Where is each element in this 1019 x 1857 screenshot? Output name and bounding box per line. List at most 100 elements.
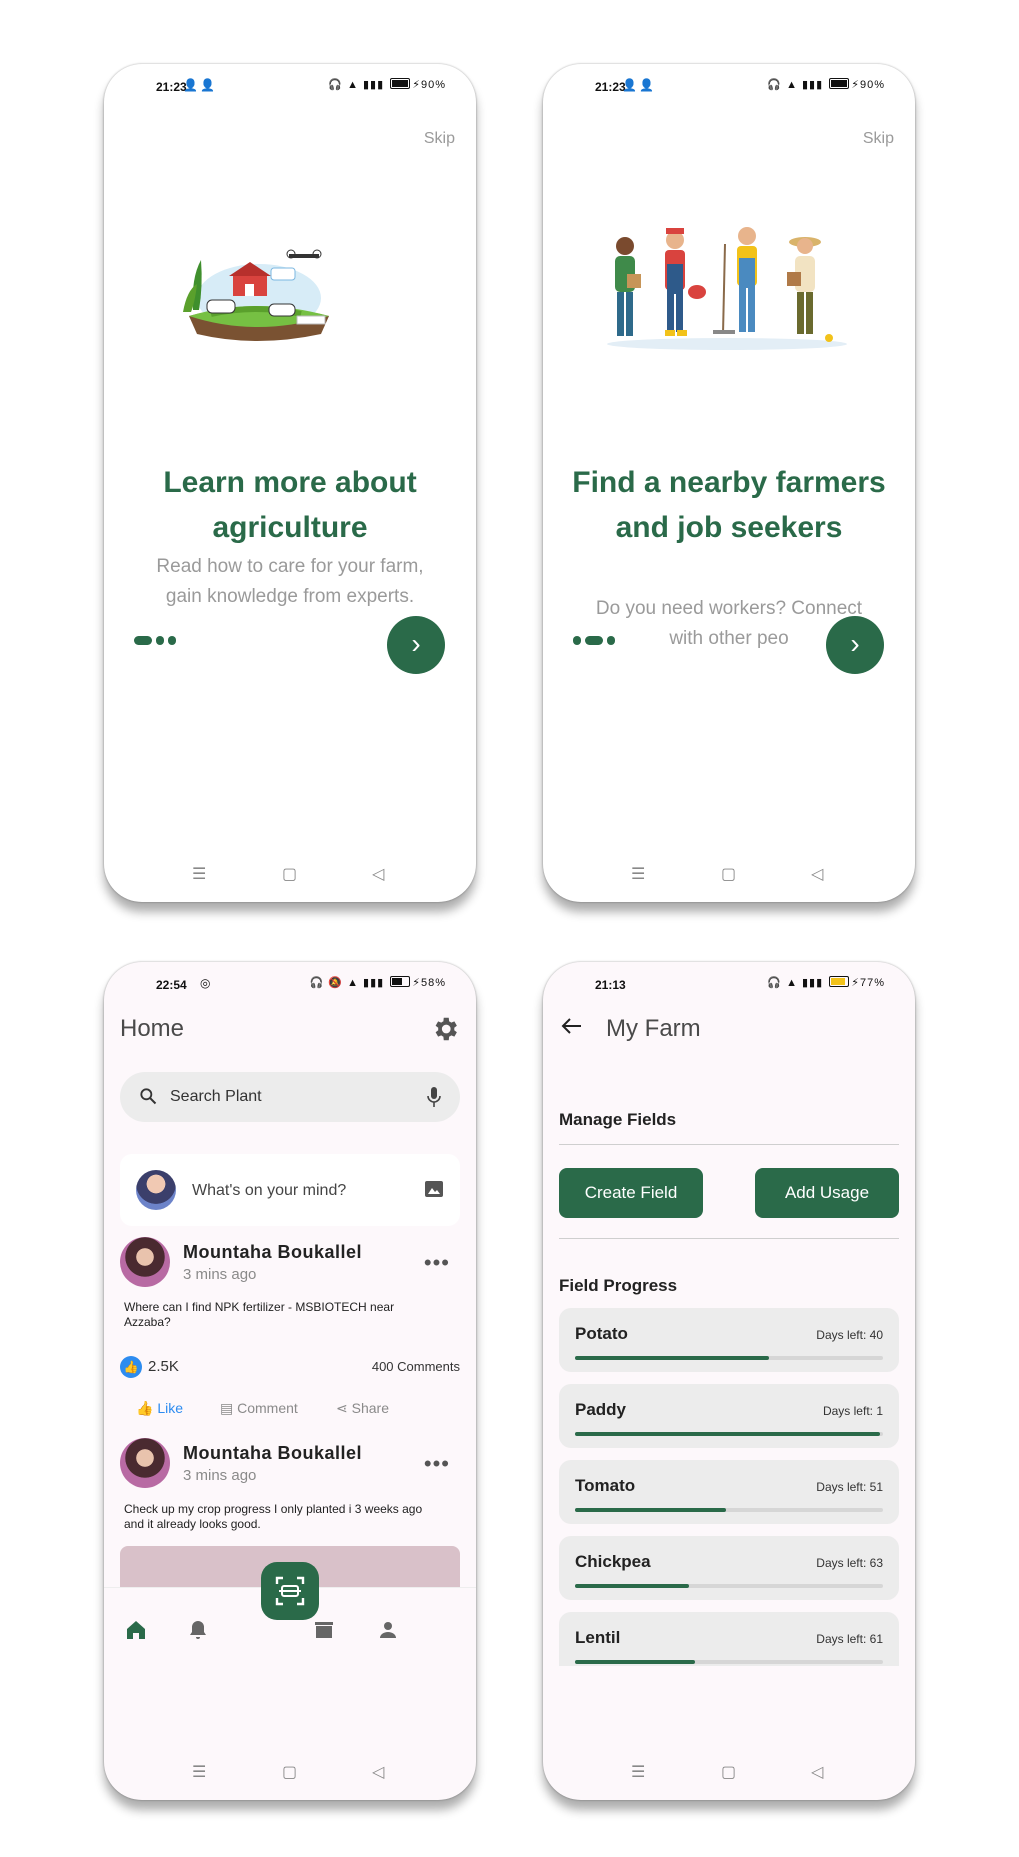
like-count-icon: 👍 (120, 1356, 142, 1378)
next-button[interactable]: › (387, 616, 445, 674)
thumbs-up-icon: 👍 (136, 1400, 154, 1416)
home-square-icon[interactable]: ▢ (721, 1762, 736, 1782)
share-button[interactable]: ⋖ Share (336, 1400, 389, 1417)
menu-icon[interactable]: ☰ (192, 864, 206, 884)
farmers-illustration (607, 227, 847, 350)
onboarding-screen-1: 21:23 👤👤 🎧 ▲ ▮▮▮ ⚡90% Skip Learn more ab… (104, 64, 476, 902)
system-nav-bar: ☰ ▢ ◁ (543, 1762, 915, 1786)
skip-button[interactable]: Skip (424, 130, 455, 148)
home-screen: 22:54 ◎ 🎧 🔕 ▲ ▮▮▮ ⚡58% Home Search Plant… (104, 962, 476, 1800)
manage-fields-title: Manage Fields (559, 1110, 677, 1129)
avatar[interactable] (120, 1438, 170, 1488)
search-bar[interactable]: Search Plant (120, 1072, 460, 1122)
progress-track (575, 1584, 883, 1588)
progress-track (575, 1356, 883, 1360)
post-author[interactable]: Mountaha Boukallel (183, 1242, 362, 1263)
home-square-icon[interactable]: ▢ (282, 1762, 297, 1782)
page-title: Home (120, 1015, 185, 1042)
field-card[interactable]: Potato Days left: 40 (559, 1308, 899, 1372)
battery-level: 90% (859, 79, 885, 91)
status-icons: 🎧 ▲ ▮▮▮ ⚡90% (767, 78, 885, 91)
status-bar: 21:23 👤👤 🎧 ▲ ▮▮▮ ⚡90% (543, 77, 915, 99)
progress-fill (575, 1584, 689, 1588)
field-card[interactable]: Lentil Days left: 61 (559, 1612, 899, 1666)
profile-icon[interactable] (376, 1618, 400, 1642)
skip-button[interactable]: Skip (863, 130, 894, 148)
back-triangle-icon[interactable]: ◁ (372, 864, 384, 884)
battery-icon (390, 78, 411, 89)
page-title: My Farm (606, 1015, 701, 1042)
next-button[interactable]: › (826, 616, 884, 674)
store-icon[interactable] (312, 1618, 336, 1642)
add-usage-button[interactable]: Add Usage (755, 1168, 899, 1218)
page-dot (168, 636, 176, 645)
create-field-button[interactable]: Create Field (559, 1168, 703, 1218)
status-time: 21:13 (595, 978, 626, 992)
gear-icon[interactable] (430, 1014, 460, 1044)
onboarding-title: Learn more about agriculture (163, 466, 417, 544)
back-triangle-icon[interactable]: ◁ (372, 1762, 384, 1782)
chevron-right-icon: › (411, 628, 421, 659)
home-icon[interactable] (124, 1618, 148, 1642)
more-icon[interactable]: ••• (424, 1451, 450, 1477)
back-triangle-icon[interactable]: ◁ (811, 1762, 823, 1782)
comment-count[interactable]: 400 Comments (372, 1359, 460, 1374)
field-card[interactable]: Paddy Days left: 1 (559, 1384, 899, 1448)
days-left: Days left: 1 (822, 1404, 883, 1418)
back-arrow-icon[interactable] (559, 1016, 583, 1036)
field-card[interactable]: Chickpea Days left: 63 (559, 1536, 899, 1600)
like-button[interactable]: 👍 Like (136, 1400, 183, 1417)
avatar[interactable] (120, 1237, 170, 1287)
microphone-icon[interactable] (426, 1086, 442, 1108)
back-triangle-icon[interactable]: ◁ (811, 864, 823, 884)
menu-icon[interactable]: ☰ (192, 1762, 206, 1782)
battery-icon (390, 976, 411, 987)
system-nav-bar: ☰ ▢ ◁ (104, 864, 476, 888)
page-dot (607, 636, 615, 645)
menu-icon[interactable]: ☰ (631, 864, 645, 884)
progress-fill (575, 1356, 770, 1360)
field-progress-title: Field Progress (559, 1276, 678, 1295)
like-count: 2.5K (148, 1358, 179, 1375)
search-icon (140, 1088, 157, 1105)
composer-prompt: What's on your mind? (192, 1182, 347, 1199)
battery-level: 77% (859, 977, 885, 989)
field-name: Lentil (575, 1628, 621, 1647)
page-dot (156, 636, 164, 645)
farm-illustration (183, 249, 329, 341)
status-bar: 21:13 🎧 ▲ ▮▮▮ ⚡77% (543, 975, 915, 997)
page-indicator (573, 634, 633, 646)
onboarding-screen-2: 21:23 👤👤 🎧 ▲ ▮▮▮ ⚡90% Skip Find a nearby… (543, 64, 915, 902)
days-left: Days left: 63 (816, 1556, 883, 1570)
post-author[interactable]: Mountaha Boukallel (183, 1443, 362, 1464)
home-square-icon[interactable]: ▢ (721, 864, 736, 884)
bell-icon[interactable] (186, 1618, 210, 1642)
onboarding-title: Find a nearby farmers and job seekers (572, 466, 886, 544)
avatar (136, 1170, 176, 1210)
status-icons: 🎧 🔕 ▲ ▮▮▮ ⚡58% (309, 976, 446, 989)
scan-button[interactable] (261, 1562, 319, 1620)
progress-fill (575, 1508, 726, 1512)
menu-icon[interactable]: ☰ (631, 1762, 645, 1782)
field-card[interactable]: Tomato Days left: 51 (559, 1460, 899, 1524)
page-dot-active (585, 636, 603, 645)
chevron-right-icon: › (850, 628, 860, 659)
image-icon[interactable] (424, 1180, 444, 1198)
status-bar: 21:23 👤👤 🎧 ▲ ▮▮▮ ⚡90% (104, 77, 476, 99)
home-square-icon[interactable]: ▢ (282, 864, 297, 884)
field-name: Potato (575, 1324, 628, 1343)
battery-icon (829, 976, 850, 987)
progress-fill (575, 1660, 696, 1664)
field-name: Tomato (575, 1476, 636, 1495)
share-icon: ⋖ (336, 1400, 348, 1416)
scan-icon (275, 1576, 305, 1606)
more-icon[interactable]: ••• (424, 1250, 450, 1276)
status-bar: 22:54 ◎ 🎧 🔕 ▲ ▮▮▮ ⚡58% (104, 975, 476, 997)
post-composer[interactable]: What's on your mind? (120, 1154, 460, 1226)
comment-button[interactable]: ▤ Comment (220, 1400, 298, 1417)
status-time: 22:54 (156, 978, 187, 992)
days-left: Days left: 51 (816, 1480, 883, 1494)
status-icons: 🎧 ▲ ▮▮▮ ⚡77% (767, 976, 885, 989)
page-dot (573, 636, 581, 645)
divider (559, 1144, 899, 1145)
